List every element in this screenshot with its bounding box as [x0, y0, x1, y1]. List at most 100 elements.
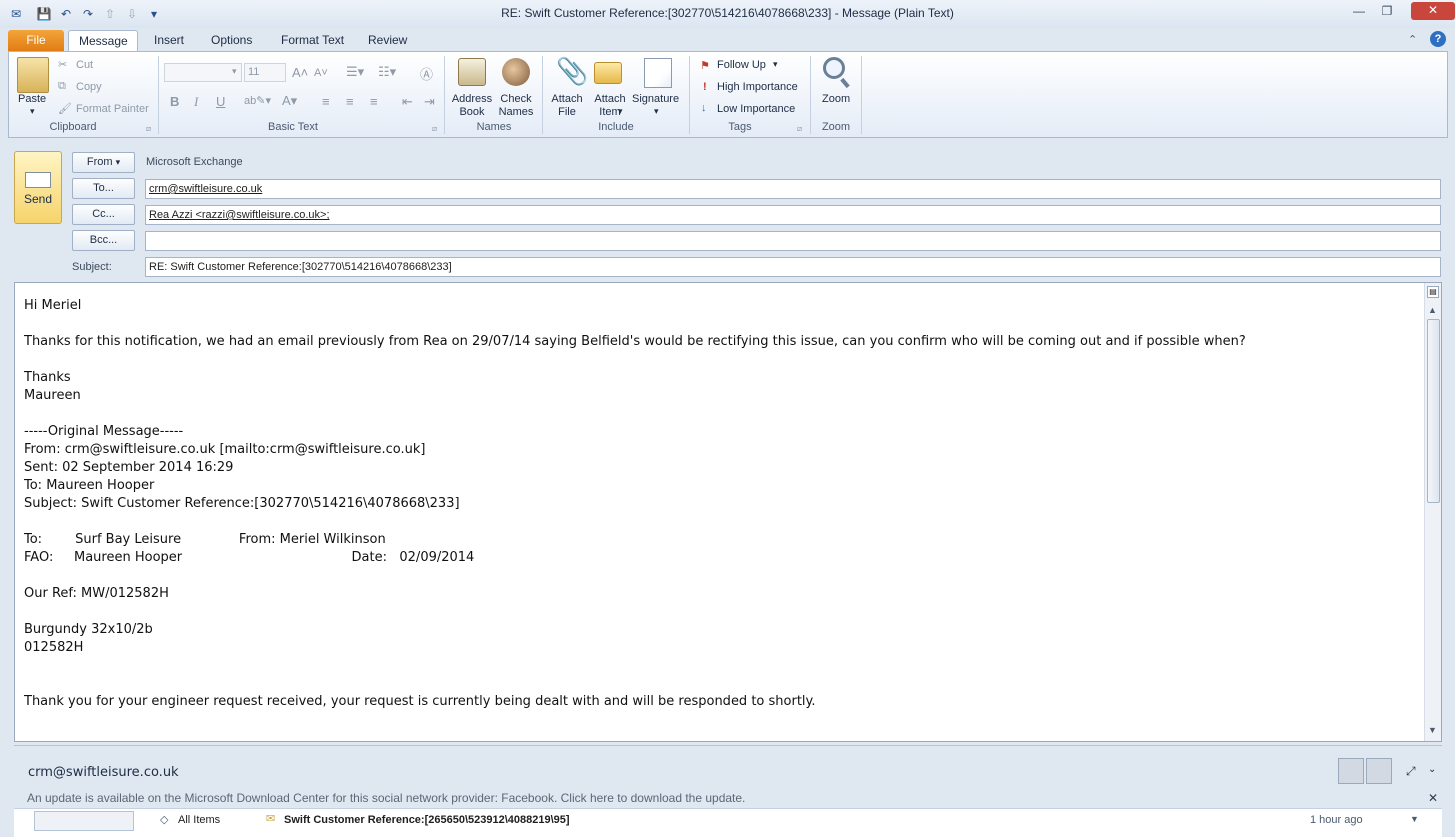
tab-file[interactable]: File — [8, 30, 64, 52]
address-book-icon[interactable] — [458, 58, 486, 86]
bullets-icon[interactable]: ☰▾ — [346, 64, 364, 80]
tab-message[interactable]: Message — [68, 30, 138, 52]
clipboard-launcher-icon[interactable]: ⧄ — [146, 124, 151, 134]
message-body-text[interactable]: Hi Meriel Thanks for this notification, … — [24, 297, 1414, 711]
scroll-thumb[interactable] — [1427, 319, 1440, 503]
from-label: From — [86, 156, 113, 168]
separator — [444, 56, 445, 134]
to-field[interactable]: crm@swiftleisure.co.uk — [145, 179, 1441, 199]
subject-label: Subject: — [72, 261, 112, 273]
minimize-button[interactable]: — — [1346, 3, 1372, 19]
tab-review[interactable]: Review — [358, 30, 417, 52]
highlight-icon[interactable]: ab✎▾ — [244, 94, 271, 107]
check-names-button[interactable]: Check Names — [496, 93, 536, 119]
contact-avatar-icon[interactable] — [1366, 758, 1392, 784]
from-button[interactable]: From ▾ — [72, 152, 135, 173]
separator — [810, 56, 811, 134]
close-notice-icon[interactable]: ✕ — [1428, 791, 1438, 805]
list-filter[interactable]: All Items — [178, 814, 220, 826]
format-painter-button[interactable]: Format Painter — [76, 103, 149, 115]
low-importance-icon[interactable]: ↓ — [701, 102, 707, 114]
shrink-font-icon[interactable]: A˅ — [314, 67, 328, 79]
attach-item-button[interactable]: Attach Item — [590, 93, 630, 119]
low-importance-button[interactable]: Low Importance — [717, 103, 795, 115]
tags-launcher-icon[interactable]: ⧄ — [797, 124, 802, 134]
format-painter-icon[interactable]: 🖌 — [58, 102, 72, 115]
bold-icon[interactable]: B — [170, 94, 179, 109]
people-pane-contact[interactable]: crm@swiftleisure.co.uk — [28, 765, 179, 780]
update-notice-text[interactable]: An update is available on the Microsoft … — [27, 791, 745, 805]
paste-icon[interactable] — [17, 57, 49, 93]
list-item-subject[interactable]: Swift Customer Reference:[265650\523912\… — [284, 814, 570, 826]
scroll-down-icon[interactable]: ▼ — [1428, 725, 1437, 735]
clear-formatting-icon[interactable]: Ⓐ — [420, 64, 433, 83]
envelope-icon[interactable] — [594, 62, 622, 84]
close-window-button[interactable]: ✕ — [1411, 2, 1455, 20]
tab-options[interactable]: Options — [201, 30, 262, 52]
increase-indent-icon[interactable]: ⇥ — [424, 94, 435, 110]
subject-field[interactable]: RE: Swift Customer Reference:[302770\514… — [145, 257, 1441, 277]
cc-field[interactable]: Rea Azzi <razzi@swiftleisure.co.uk>; — [145, 205, 1441, 225]
minimize-ribbon-icon[interactable]: ⌃ — [1408, 33, 1417, 46]
ruler-icon[interactable]: ▤ — [1427, 286, 1439, 298]
copy-button[interactable]: Copy — [76, 81, 102, 93]
help-icon[interactable]: ? — [1430, 31, 1446, 47]
align-right-icon[interactable]: ≡ — [370, 94, 378, 109]
align-center-icon[interactable]: ≡ — [346, 94, 354, 109]
from-dropdown-icon: ▾ — [115, 157, 121, 167]
underline-icon[interactable]: U — [216, 94, 225, 109]
tab-insert[interactable]: Insert — [144, 30, 194, 52]
bcc-field[interactable] — [145, 231, 1441, 251]
font-name-select[interactable] — [164, 63, 242, 82]
follow-up-button[interactable]: Follow Up — [717, 59, 766, 71]
address-book-button[interactable]: Address Book — [450, 93, 494, 119]
list-filter-icon[interactable]: ◇ — [160, 813, 168, 826]
send-label: Send — [23, 192, 53, 206]
paste-button[interactable]: Paste — [18, 93, 46, 105]
decrease-indent-icon[interactable]: ⇤ — [402, 94, 413, 110]
basic-text-launcher-icon[interactable]: ⧄ — [432, 124, 437, 134]
font-size-select[interactable]: 11 — [244, 63, 286, 82]
follow-up-dropdown-icon[interactable]: ▾ — [773, 59, 778, 70]
attach-item-dropdown-icon[interactable]: ▾ — [618, 106, 623, 117]
flag-icon[interactable]: ⚑ — [700, 59, 710, 72]
collapse-pane-icon[interactable]: ⌄ — [1428, 764, 1436, 775]
font-name-dropdown-icon[interactable]: ▾ — [232, 66, 237, 77]
scroll-up-icon[interactable]: ▲ — [1428, 305, 1437, 315]
cut-icon[interactable]: ✂ — [58, 58, 67, 71]
copy-icon[interactable]: ⧉ — [58, 80, 66, 93]
update-notification-bar[interactable]: An update is available on the Microsoft … — [14, 789, 1442, 807]
expand-pane-icon[interactable]: ⤢ — [1406, 764, 1416, 779]
restore-button[interactable]: ❐ — [1374, 3, 1400, 19]
include-group-label: Include — [598, 121, 634, 133]
high-importance-icon[interactable]: ! — [703, 81, 707, 93]
signature-dropdown-icon[interactable]: ▾ — [654, 106, 659, 117]
zoom-magnifier-icon[interactable] — [823, 57, 845, 79]
zoom-button[interactable]: Zoom — [822, 93, 850, 105]
contact-avatar-icon[interactable] — [1338, 758, 1364, 784]
names-group-label: Names — [476, 121, 512, 133]
paste-dropdown-icon[interactable]: ▾ — [30, 106, 35, 117]
numbering-icon[interactable]: ☷▾ — [378, 64, 396, 80]
activity-tab[interactable] — [34, 811, 134, 831]
italic-icon[interactable]: I — [194, 94, 198, 110]
check-names-icon[interactable] — [502, 58, 530, 86]
high-importance-button[interactable]: High Importance — [717, 81, 798, 93]
signature-button[interactable]: Signature — [632, 93, 679, 105]
vertical-scrollbar[interactable]: ▤ ▲ ▼ — [1424, 283, 1441, 741]
attach-file-button[interactable]: Attach File — [548, 93, 586, 119]
activity-list: ◇ All Items ✉ Swift Customer Reference:[… — [14, 808, 1442, 837]
grow-font-icon[interactable]: A˄ — [292, 65, 308, 80]
align-left-icon[interactable]: ≡ — [322, 94, 330, 109]
from-value: Microsoft Exchange — [146, 156, 243, 168]
paperclip-icon[interactable]: 📎 — [556, 56, 588, 87]
send-button[interactable]: Send — [14, 151, 62, 224]
to-button[interactable]: To... — [72, 178, 135, 199]
cc-button[interactable]: Cc... — [72, 204, 135, 225]
signature-icon[interactable] — [644, 58, 672, 88]
bcc-button[interactable]: Bcc... — [72, 230, 135, 251]
font-color-icon[interactable]: A▾ — [282, 93, 297, 109]
list-scroll-down-icon[interactable]: ▼ — [1410, 814, 1419, 824]
tab-format-text[interactable]: Format Text — [271, 30, 354, 52]
cut-button[interactable]: Cut — [76, 59, 93, 71]
